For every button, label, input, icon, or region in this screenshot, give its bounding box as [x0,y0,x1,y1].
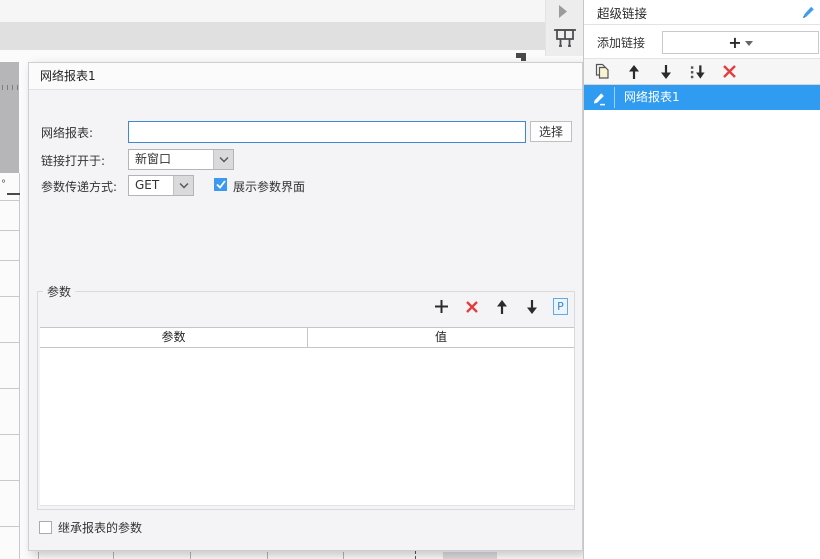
parameters-table-header: 参数 值 [40,327,574,348]
delete-link-icon[interactable] [721,63,738,80]
inherit-params-row: 继承报表的参数 [39,519,142,536]
parameters-group: 参数 P 参数 值 [37,283,575,510]
ruler-tick [2,85,3,90]
hyperlink-dialog: 网络报表1 网络报表: 选择 链接打开于: 新窗口 参数传递方式: GET 展示… [28,62,583,551]
canvas-top-area [0,0,545,22]
link-list-item-label: 网络报表1 [624,90,680,104]
chevron-down-icon[interactable] [173,176,193,195]
grid-hline [0,260,20,261]
cell-content-fragment [7,193,20,195]
add-link-row: 添加链接 + [584,25,820,59]
ruler-tick [17,85,18,90]
parameters-toolbar: P [433,298,568,315]
report-component-icon[interactable] [552,26,578,50]
dialog-title: 网络报表1 [29,63,582,90]
cell-content-fragment: ° [1,179,6,190]
page-break-line [415,551,416,559]
cell-border [343,552,344,559]
cell-border [38,552,39,559]
parameter-panel-icon[interactable]: P [553,298,568,315]
delete-parameter-icon[interactable] [463,298,480,315]
param-method-label: 参数传递方式: [41,180,118,194]
grid-hline [0,388,20,389]
pencil-icon [584,85,614,110]
param-method-value: GET [135,178,160,192]
open-in-value: 新窗口 [135,152,172,166]
row-header-ruler [0,62,19,173]
cell-border [190,552,191,559]
grid-hline [0,296,20,297]
canvas-toolbar-band [0,22,545,67]
ruler-tick [7,85,8,90]
canvas-side-strip [545,0,583,56]
inherit-params-label: 继承报表的参数 [58,521,143,535]
parameters-group-title: 参数 [43,283,76,300]
dropdown-arrow-icon [744,41,753,46]
panel-title: 超级链接 [597,5,648,21]
open-in-label: 链接打开于: [41,154,106,168]
move-link-down-icon[interactable] [657,63,674,80]
show-params-checkbox[interactable] [214,178,227,191]
grid-hline [0,434,20,435]
move-parameter-up-icon[interactable] [493,298,510,315]
column-header-value[interactable]: 值 [308,328,574,347]
cell-border [267,552,268,559]
move-parameter-down-icon[interactable] [523,298,540,315]
sort-links-icon[interactable] [689,63,706,80]
edit-pen-icon[interactable] [799,4,815,20]
parameters-table-body[interactable] [40,348,574,506]
grid-hline [0,526,20,527]
grid-hline [0,342,20,343]
show-params-label: 展示参数界面 [233,180,306,194]
app-window: ° 网络报表1 网络报表: 选择 链接打开于: 新窗口 参数传递方式: GET … [0,0,820,559]
add-parameter-icon[interactable] [433,298,450,315]
link-list-item-selected[interactable]: 网络报表1 [584,85,820,110]
open-in-select[interactable]: 新窗口 [128,149,234,170]
grid-hline [0,230,20,231]
panel-header: 超级链接 [584,0,820,25]
cell-border [113,552,114,559]
inherit-params-checkbox[interactable] [39,521,52,534]
hyperlink-panel: 超级链接 添加链接 + 网络报表1 [583,0,820,559]
copy-link-icon[interactable] [593,63,610,80]
selected-cell-fragment [443,552,497,559]
grid-hline [0,200,20,201]
report-field-label: 网络报表: [41,126,94,140]
move-link-up-icon[interactable] [625,63,642,80]
select-report-button[interactable]: 选择 [530,121,572,142]
plus-icon: + [728,32,742,52]
link-list-toolbar [584,59,820,85]
expand-panel-icon[interactable] [558,5,568,18]
param-method-select[interactable]: GET [128,175,194,196]
ruler-tick [12,85,13,90]
column-header-parameter[interactable]: 参数 [40,328,308,347]
report-path-input[interactable] [128,121,526,143]
add-link-label: 添加链接 [597,36,646,50]
grid-hline [0,480,20,481]
chevron-down-icon[interactable] [213,150,233,169]
add-link-button[interactable]: + [662,31,819,54]
